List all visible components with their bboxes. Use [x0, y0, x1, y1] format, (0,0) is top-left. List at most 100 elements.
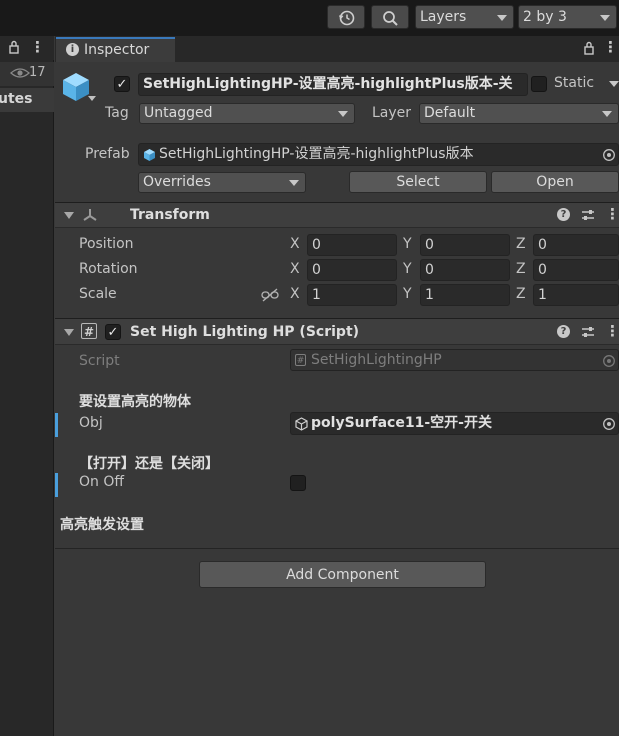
foldout-chevron-icon[interactable]	[64, 212, 74, 219]
axis-x-label: X	[290, 286, 300, 302]
history-icon	[338, 10, 355, 26]
presets-icon[interactable]	[581, 208, 595, 226]
focus-indicator-bar	[55, 473, 58, 497]
attributes-label: utes	[0, 91, 33, 107]
prefab-value: SetHighLightingHP-设置高亮-highlightPlus版本	[159, 146, 474, 162]
obj-label: Obj	[79, 415, 103, 431]
select-button[interactable]: Select	[349, 171, 487, 193]
more-options-icon[interactable]: ⋮	[603, 38, 618, 56]
layers-dropdown[interactable]: Layers	[415, 5, 514, 29]
presets-icon[interactable]	[581, 325, 595, 343]
constrain-proportions-icon[interactable]	[261, 288, 279, 306]
transform-row-position: Position X 0 Y 0 Z 0	[55, 233, 619, 258]
transform-icon	[81, 207, 99, 227]
chevron-down-icon	[600, 15, 610, 21]
add-component-button[interactable]: Add Component	[199, 561, 486, 588]
onoff-checkbox[interactable]	[290, 475, 306, 491]
active-checkbox[interactable]: ✓	[114, 76, 130, 92]
static-checkbox[interactable]	[531, 76, 547, 92]
tab-inspector-label: Inspector	[84, 42, 150, 58]
open-button[interactable]: Open	[491, 171, 619, 193]
history-button[interactable]	[327, 5, 365, 29]
rotation-x-field[interactable]: 0	[307, 259, 397, 281]
eye-icon[interactable]	[10, 65, 30, 85]
focus-indicator-bar	[55, 413, 58, 437]
axis-y-label: Y	[403, 286, 412, 302]
more-options-icon[interactable]: ⋮	[605, 322, 619, 340]
script-icon: #	[81, 323, 97, 339]
transform-row-scale: Scale X 1 Y 1 Z 1	[55, 283, 619, 308]
obj-value: polySurface11-空开-开关	[311, 415, 492, 431]
axis-z-label: Z	[516, 236, 526, 252]
layout-dropdown[interactable]: 2 by 3	[518, 5, 617, 29]
info-icon: i	[66, 43, 79, 56]
scale-y-field[interactable]: 1	[420, 284, 510, 306]
object-name-field[interactable]: SetHighLightingHP-设置高亮-highlightPlus版本-关	[138, 73, 528, 96]
chevron-down-icon	[497, 15, 507, 21]
layer-dropdown[interactable]: Default	[419, 103, 619, 124]
script-file-icon: #	[295, 354, 306, 366]
more-options-icon[interactable]: ⋮	[605, 205, 619, 223]
hierarchy-panel: ⋮ 17 utes	[0, 36, 54, 736]
chevron-down-icon	[602, 111, 612, 117]
rotation-y-field[interactable]: 0	[420, 259, 510, 281]
transform-title: Transform	[130, 207, 210, 223]
layout-label: 2 by 3	[523, 9, 567, 25]
onoff-section-header: 【打开】还是【关闭】	[79, 456, 219, 472]
onoff-label: On Off	[79, 474, 125, 490]
gameobject-cube-icon	[61, 71, 91, 107]
obj-field[interactable]: polySurface11-空开-开关	[290, 412, 619, 435]
foldout-chevron-icon[interactable]	[64, 329, 74, 336]
object-picker-icon[interactable]	[602, 417, 616, 434]
lock-icon[interactable]	[8, 39, 20, 59]
help-icon[interactable]: ?	[557, 325, 570, 338]
tag-value: Untagged	[144, 105, 213, 121]
script-value: SetHighLightingHP	[311, 352, 442, 368]
position-z-field[interactable]: 0	[533, 234, 619, 256]
rotation-z-field[interactable]: 0	[533, 259, 619, 281]
axis-z-label: Z	[516, 261, 526, 277]
transform-row-rotation: Rotation X 0 Y 0 Z 0	[55, 258, 619, 283]
position-label: Position	[79, 236, 134, 252]
script-label: Script	[79, 353, 120, 369]
layer-label: Layer	[372, 105, 412, 121]
rotation-label: Rotation	[79, 261, 138, 277]
lock-icon[interactable]	[583, 40, 595, 60]
axis-y-label: Y	[403, 261, 412, 277]
mesh-cube-icon	[295, 417, 308, 434]
tab-inspector[interactable]: i Inspector	[56, 37, 175, 62]
more-options-icon[interactable]: ⋮	[30, 38, 45, 56]
search-button[interactable]	[371, 5, 409, 29]
help-icon[interactable]: ?	[557, 208, 570, 221]
attributes-row[interactable]: utes	[0, 88, 54, 112]
static-chevron-down-icon[interactable]	[609, 81, 619, 87]
visibility-count: 17	[29, 65, 46, 80]
script-component-header[interactable]: # ✓ Set High Lighting HP (Script) ? ⋮	[55, 318, 619, 345]
axis-x-label: X	[290, 236, 300, 252]
position-x-field[interactable]: 0	[307, 234, 397, 256]
tag-dropdown[interactable]: Untagged	[139, 103, 355, 124]
chevron-down-icon	[338, 111, 348, 117]
icon-picker-chevron-icon[interactable]	[88, 96, 96, 101]
prefab-icon	[143, 148, 156, 165]
prefab-label: Prefab	[85, 146, 130, 162]
hierarchy-tab-strip: ⋮	[0, 36, 54, 60]
layer-value: Default	[424, 105, 476, 121]
axis-x-label: X	[290, 261, 300, 277]
object-picker-icon[interactable]	[602, 148, 616, 165]
scale-label: Scale	[79, 286, 117, 302]
layers-label: Layers	[420, 9, 467, 25]
prefab-field[interactable]: SetHighLightingHP-设置高亮-highlightPlus版本	[138, 143, 619, 166]
static-label: Static	[554, 75, 595, 91]
trigger-section-header: 高亮触发设置	[60, 517, 144, 533]
position-y-field[interactable]: 0	[420, 234, 510, 256]
component-enabled-checkbox[interactable]: ✓	[105, 324, 121, 340]
inspector-panel	[55, 36, 619, 736]
chevron-down-icon	[289, 180, 299, 186]
overrides-dropdown[interactable]: Overrides	[138, 172, 306, 193]
scale-z-field[interactable]: 1	[533, 284, 619, 306]
object-picker-icon	[602, 354, 616, 370]
overrides-label: Overrides	[143, 174, 211, 190]
scale-x-field[interactable]: 1	[307, 284, 397, 306]
transform-header[interactable]: Transform ? ⋮	[55, 202, 619, 228]
